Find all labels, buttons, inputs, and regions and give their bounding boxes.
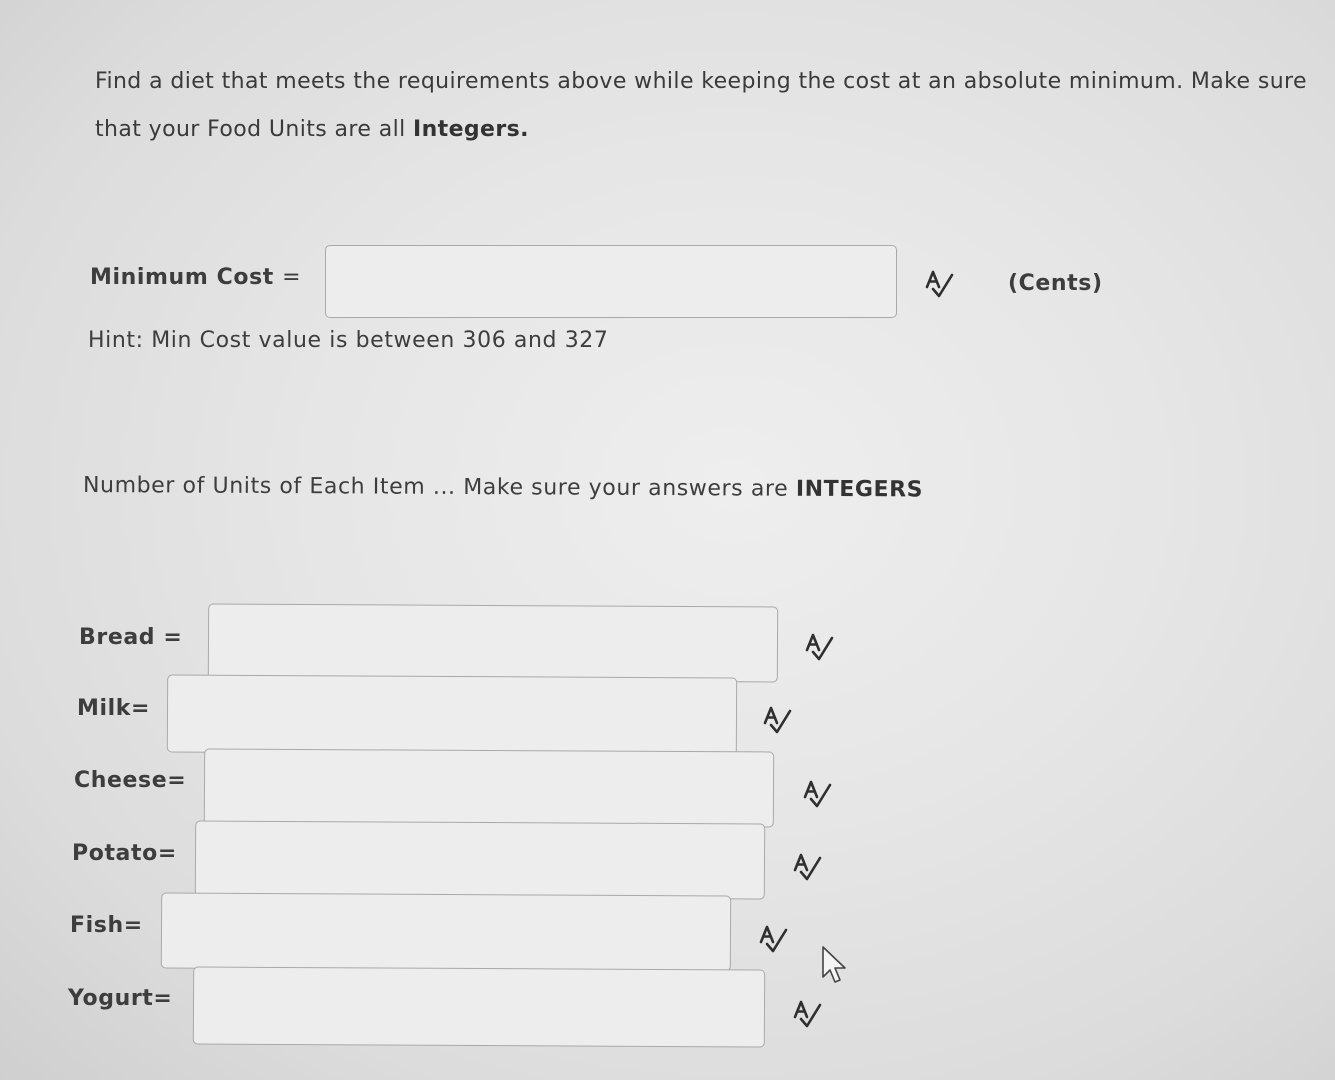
- mouse-pointer-icon: [822, 946, 846, 983]
- bread-input[interactable]: [207, 603, 779, 683]
- minimum-cost-label: Minimum Cost =: [90, 265, 302, 290]
- potato-label: Potato=: [72, 841, 177, 866]
- cents-unit-label: (Cents): [1008, 271, 1103, 296]
- spell-check-icon[interactable]: [790, 850, 824, 884]
- milk-label: Milk=: [77, 696, 151, 721]
- cheese-label: Cheese=: [74, 768, 187, 793]
- units-heading-emphasis: INTEGERS: [795, 476, 924, 503]
- equals-sign: =: [282, 265, 302, 290]
- yogurt-label: Yogurt=: [68, 986, 173, 1011]
- spell-check-icon[interactable]: [922, 267, 956, 301]
- bread-label: Bread =: [79, 625, 183, 650]
- minimum-cost-input[interactable]: [325, 245, 897, 318]
- spell-check-icon[interactable]: [760, 703, 794, 737]
- fish-input[interactable]: [160, 892, 732, 972]
- spell-check-icon[interactable]: [800, 777, 834, 811]
- spell-check-icon[interactable]: [790, 997, 824, 1031]
- milk-input[interactable]: [166, 674, 738, 756]
- instructions-text: Find a diet that meets the requirements …: [95, 58, 1325, 154]
- instructions-emphasis: Integers.: [413, 117, 529, 142]
- instructions-main: Find a diet that meets the requirements …: [95, 69, 1307, 142]
- yogurt-input[interactable]: [192, 966, 766, 1048]
- spell-check-icon[interactable]: [802, 630, 836, 664]
- fish-label: Fish=: [70, 913, 143, 938]
- units-heading: Number of Units of Each Item ... Make su…: [82, 473, 924, 503]
- cheese-input[interactable]: [203, 748, 775, 828]
- potato-input[interactable]: [194, 820, 766, 900]
- spell-check-icon[interactable]: [756, 922, 790, 956]
- hint-text: Hint: Min Cost value is between 306 and …: [88, 328, 609, 353]
